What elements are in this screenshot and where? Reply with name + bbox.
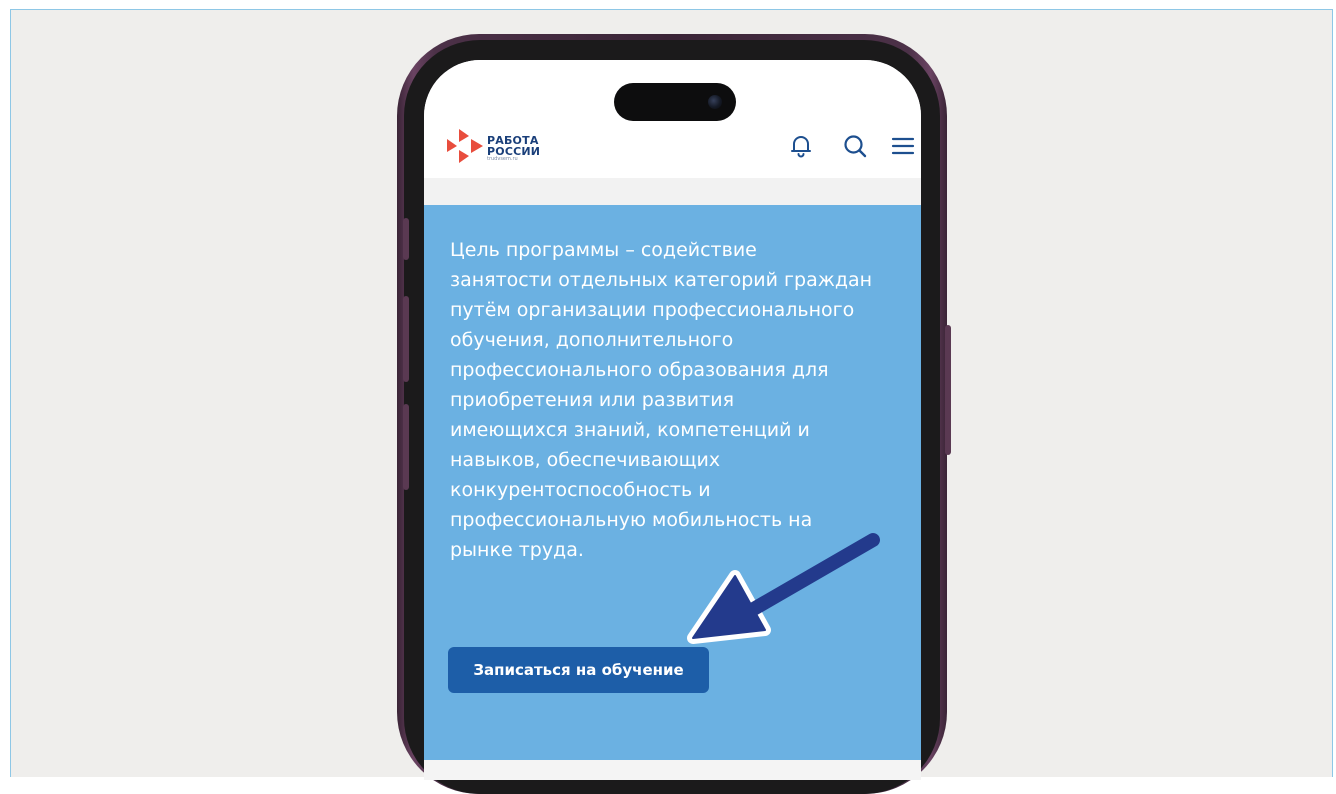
phone-screen: РАБОТА РОССИИ trudvsem.ru Цель программы… [424, 60, 921, 780]
search-icon[interactable] [842, 133, 868, 159]
bell-icon[interactable] [788, 133, 814, 159]
page-continuation [424, 760, 921, 780]
front-camera [708, 95, 722, 109]
phone-volume-up-button [403, 296, 409, 382]
phone-power-button [945, 325, 951, 455]
program-info-panel: Цель программы – содействие занятости от… [424, 205, 921, 760]
phone-volume-down-button [403, 404, 409, 490]
phone-action-button [403, 218, 409, 260]
rabota-rossii-logo[interactable] [445, 127, 485, 165]
header-spacer [424, 178, 921, 205]
menu-icon[interactable] [890, 133, 916, 159]
enroll-button[interactable]: Записаться на обучение [448, 647, 709, 693]
logo-domain: trudvsem.ru [487, 156, 518, 162]
pointer-arrow-icon [687, 533, 880, 644]
program-description: Цель программы – содействие занятости от… [450, 239, 873, 561]
